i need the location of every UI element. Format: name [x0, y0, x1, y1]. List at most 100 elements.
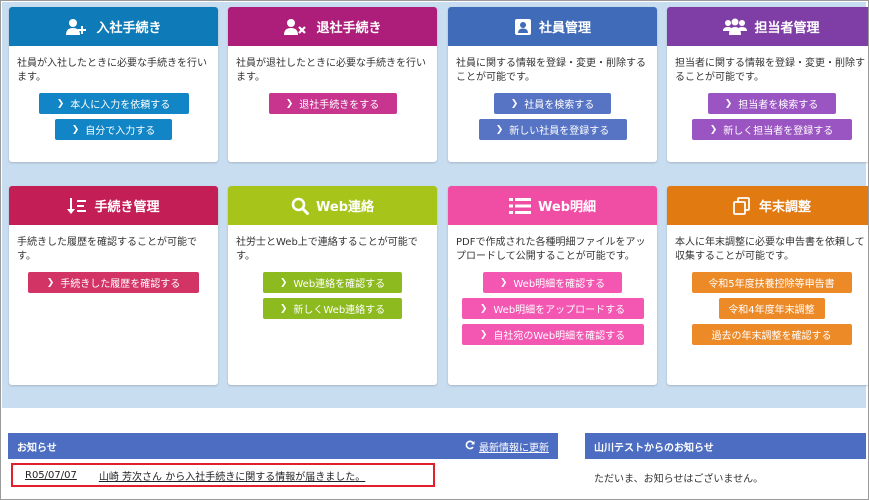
copy-documents-icon	[732, 196, 752, 215]
chevron-right-icon: ❯	[46, 277, 55, 288]
upload-web-statement-button[interactable]: ❯ Web明細をアップロードする	[461, 298, 644, 319]
refresh-icon	[465, 440, 475, 453]
request-self-input-button[interactable]: ❯ 本人に入力を依頼する	[38, 93, 189, 114]
chevron-right-icon: ❯	[499, 277, 508, 288]
card-offboarding-title: 退社手続き	[316, 21, 382, 36]
chevron-right-icon: ❯	[285, 98, 294, 109]
card-onboarding-desc: 社員が入社したときに必要な手続きを行います。	[17, 58, 207, 83]
search-employee-label: 社員を検索する	[524, 100, 595, 111]
card-year-end-header: 年末調整	[667, 186, 868, 225]
company-web-statement-label: 自社宛のWeb明細を確認する	[493, 331, 626, 342]
card-year-end: 年末調整 本人に年末調整に必要な申告書を依頼して収集することが可能です。 令和5…	[667, 186, 868, 385]
chevron-right-icon: ❯	[71, 124, 80, 135]
card-staff-mgmt-title: 担当者管理	[754, 21, 820, 36]
refresh-notices-link[interactable]: 最新情報に更新	[465, 439, 549, 454]
chevron-right-icon: ❯	[479, 329, 488, 340]
offboarding-label: 退社手続きをする	[299, 100, 380, 111]
card-web-statement-header: Web明細	[448, 186, 657, 225]
dependent-deduction-form-label: 令和5年度扶養控除等申告書	[708, 279, 835, 290]
card-staff-mgmt-desc: 担当者に関する情報を登録・変更・削除することが可能です。	[675, 58, 865, 83]
card-procedure-mgmt-title: 手続き管理	[94, 200, 160, 215]
past-year-end-button[interactable]: 過去の年末調整を確認する	[691, 324, 852, 345]
new-web-contact-button[interactable]: ❯ 新しくWeb連絡する	[263, 298, 402, 319]
upload-web-statement-label: Web明細をアップロードする	[493, 305, 626, 316]
offboarding-button[interactable]: ❯ 退社手続きをする	[268, 93, 397, 114]
register-employee-button[interactable]: ❯ 新しい社員を登録する	[478, 119, 627, 140]
search-staff-label: 担当者を検索する	[738, 100, 819, 111]
past-year-end-label: 過去の年末調整を確認する	[711, 331, 832, 342]
card-year-end-desc: 本人に年末調整に必要な申告書を依頼して収集することが可能です。	[675, 237, 865, 262]
card-web-statement: Web明細 PDFで作成された各種明細ファイルをアップロードして公開することが可…	[448, 186, 657, 385]
card-procedure-mgmt-desc: 手続きした履歴を確認することが可能です。	[17, 237, 197, 262]
company-web-statement-button[interactable]: ❯ 自社宛のWeb明細を確認する	[461, 324, 644, 345]
notice-date[interactable]: R05/07/07	[25, 470, 77, 481]
new-web-contact-label: 新しくWeb連絡する	[293, 305, 386, 316]
chevron-right-icon: ❯	[495, 124, 504, 135]
card-onboarding-title: 入社手続き	[96, 21, 162, 36]
chevron-right-icon: ❯	[724, 98, 733, 109]
card-web-contact: Web連絡 社労士とWeb上で連絡することが可能です。 ❯ Web連絡を確認する …	[228, 186, 437, 385]
card-year-end-title: 年末調整	[758, 200, 811, 215]
id-card-icon	[514, 18, 532, 36]
card-staff-mgmt-header: 担当者管理	[667, 7, 868, 46]
view-web-statement-button[interactable]: ❯ Web明細を確認する	[483, 272, 622, 293]
office-notices-empty: ただいま、お知らせはございません。	[594, 474, 764, 485]
chevron-right-icon: ❯	[479, 303, 488, 314]
year-end-adjustment-2022-label: 令和4年度年末調整	[728, 305, 815, 316]
search-employee-button[interactable]: ❯ 社員を検索する	[494, 93, 611, 114]
search-staff-button[interactable]: ❯ 担当者を検索する	[707, 93, 836, 114]
card-web-statement-desc: PDFで作成された各種明細ファイルをアップロードして公開することが可能です。	[456, 237, 646, 262]
card-offboarding-header: 退社手続き	[228, 7, 437, 46]
card-employee-mgmt-title: 社員管理	[538, 21, 591, 36]
chevron-right-icon: ❯	[56, 98, 65, 109]
register-employee-label: 新しい社員を登録する	[509, 126, 610, 137]
list-icon	[509, 197, 531, 215]
card-employee-mgmt-desc: 社員に関する情報を登録・変更・削除することが可能です。	[456, 58, 646, 83]
card-onboarding: 入社手続き 社員が入社したときに必要な手続きを行います。 ❯ 本人に入力を依頼する…	[9, 7, 218, 162]
users-group-icon	[723, 18, 748, 36]
chevron-right-icon: ❯	[279, 277, 288, 288]
card-web-contact-title: Web連絡	[316, 200, 374, 215]
notices-header: お知らせ 最新情報に更新	[8, 433, 558, 459]
card-procedure-mgmt: 手続き管理 手続きした履歴を確認することが可能です。 ❯ 手続きした履歴を確認する	[9, 186, 218, 385]
card-employee-mgmt-header: 社員管理	[448, 7, 657, 46]
card-web-statement-title: Web明細	[538, 200, 596, 215]
year-end-adjustment-2022-button[interactable]: 令和4年度年末調整	[718, 298, 825, 319]
self-input-button[interactable]: ❯ 自分で入力する	[55, 119, 172, 140]
view-web-contact-button[interactable]: ❯ Web連絡を確認する	[263, 272, 402, 293]
self-input-label: 自分で入力する	[85, 126, 156, 137]
notice-item: R05/07/07 山崎 芳次さん から入社手続きに関する情報が届きました。	[11, 463, 435, 487]
notice-message-link[interactable]: 山崎 芳次さん から入社手続きに関する情報が届きました。	[99, 468, 365, 483]
main-frame: 入社手続き 社員が入社したときに必要な手続きを行います。 ❯ 本人に入力を依頼する…	[0, 0, 869, 500]
refresh-notices-label: 最新情報に更新	[479, 442, 549, 454]
card-procedure-mgmt-header: 手続き管理	[9, 186, 218, 225]
menu-cards-area: 入社手続き 社員が入社したときに必要な手続きを行います。 ❯ 本人に入力を依頼する…	[2, 2, 868, 408]
card-web-contact-desc: 社労士とWeb上で連絡することが可能です。	[236, 237, 418, 262]
office-notices-title: 山川テストからのお知らせ	[594, 442, 714, 454]
card-employee-mgmt: 社員管理 社員に関する情報を登録・変更・削除することが可能です。 ❯ 社員を検索す…	[448, 7, 657, 162]
card-web-contact-header: Web連絡	[228, 186, 437, 225]
chevron-right-icon: ❯	[709, 124, 718, 135]
chevron-right-icon: ❯	[510, 98, 519, 109]
card-onboarding-header: 入社手続き	[9, 7, 218, 46]
card-offboarding: 退社手続き 社員が退社したときに必要な手続きを行います。 ❯ 退社手続きをする	[228, 7, 437, 162]
remove-user-icon	[283, 18, 309, 36]
card-staff-mgmt: 担当者管理 担当者に関する情報を登録・変更・削除することが可能です。 ❯ 担当者を…	[667, 7, 868, 162]
chevron-right-icon: ❯	[279, 303, 288, 314]
request-self-input-label: 本人に入力を依頼する	[70, 100, 171, 111]
search-icon	[291, 197, 309, 215]
add-user-icon	[65, 18, 89, 36]
register-staff-button[interactable]: ❯ 新しく担当者を登録する	[691, 119, 852, 140]
card-offboarding-desc: 社員が退社したときに必要な手続きを行います。	[236, 58, 426, 83]
view-web-statement-label: Web明細を確認する	[513, 279, 606, 290]
procedure-history-label: 手続きした履歴を確認する	[60, 279, 181, 290]
office-notices-panel: 山川テストからのお知らせ ただいま、お知らせはございません。	[585, 433, 866, 499]
procedure-history-button[interactable]: ❯ 手続きした履歴を確認する	[28, 272, 199, 293]
sort-list-icon	[67, 197, 87, 215]
notices-panel: お知らせ 最新情報に更新 R05/07/07 山崎 芳次さん から入社手続きに関…	[8, 433, 558, 499]
notices-title: お知らせ	[17, 442, 57, 454]
view-web-contact-label: Web連絡を確認する	[293, 279, 386, 290]
office-notices-header: 山川テストからのお知らせ	[585, 433, 866, 459]
dependent-deduction-form-button[interactable]: 令和5年度扶養控除等申告書	[691, 272, 852, 293]
register-staff-label: 新しく担当者を登録する	[723, 126, 834, 137]
